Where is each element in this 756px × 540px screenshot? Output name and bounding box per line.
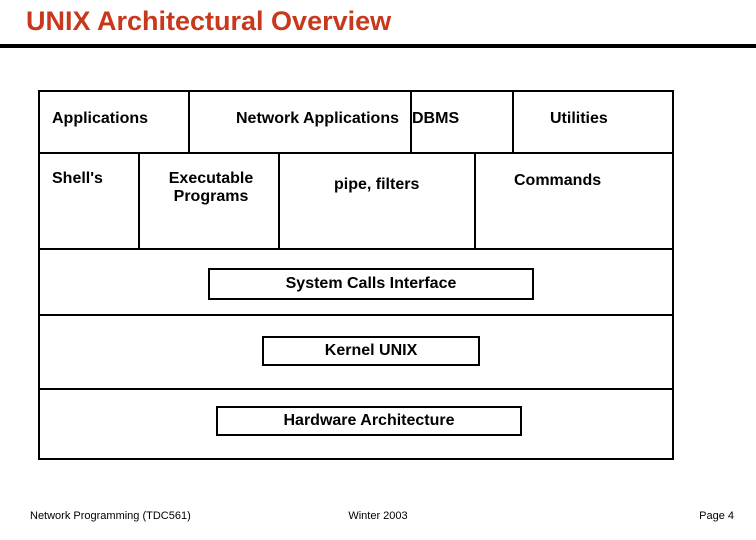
divider [138,152,140,248]
applications-label: Applications [52,110,148,128]
kernel-label: Kernel UNIX [325,342,417,360]
dbms-label: DBMS [412,110,459,128]
footer-center: Winter 2003 [0,510,756,522]
shells-label: Shell's [52,170,103,188]
divider [474,152,476,248]
divider [40,314,672,316]
kernel-box: Kernel UNIX [262,336,480,366]
footer-right: Page 4 [699,510,734,522]
executable-programs-label: Executable Programs [156,170,266,206]
slide: UNIX Architectural Overview Applications… [0,0,756,540]
divider [40,388,672,390]
divider [278,152,280,248]
system-calls-interface-box: System Calls Interface [208,268,534,300]
divider [40,152,672,154]
pipe-filters-label: pipe, filters [334,176,419,194]
hardware-architecture-box: Hardware Architecture [216,406,522,436]
title-divider [0,44,756,48]
system-calls-interface-label: System Calls Interface [286,275,457,293]
divider [512,92,514,152]
commands-label: Commands [514,172,601,190]
divider [410,92,412,152]
divider [188,92,190,152]
divider [40,248,672,250]
hardware-architecture-label: Hardware Architecture [283,412,454,430]
network-applications-label: Network Applications [236,110,399,128]
architecture-diagram: Applications Network Applications DBMS U… [38,90,674,460]
slide-title: UNIX Architectural Overview [26,6,391,37]
utilities-label: Utilities [550,110,608,128]
